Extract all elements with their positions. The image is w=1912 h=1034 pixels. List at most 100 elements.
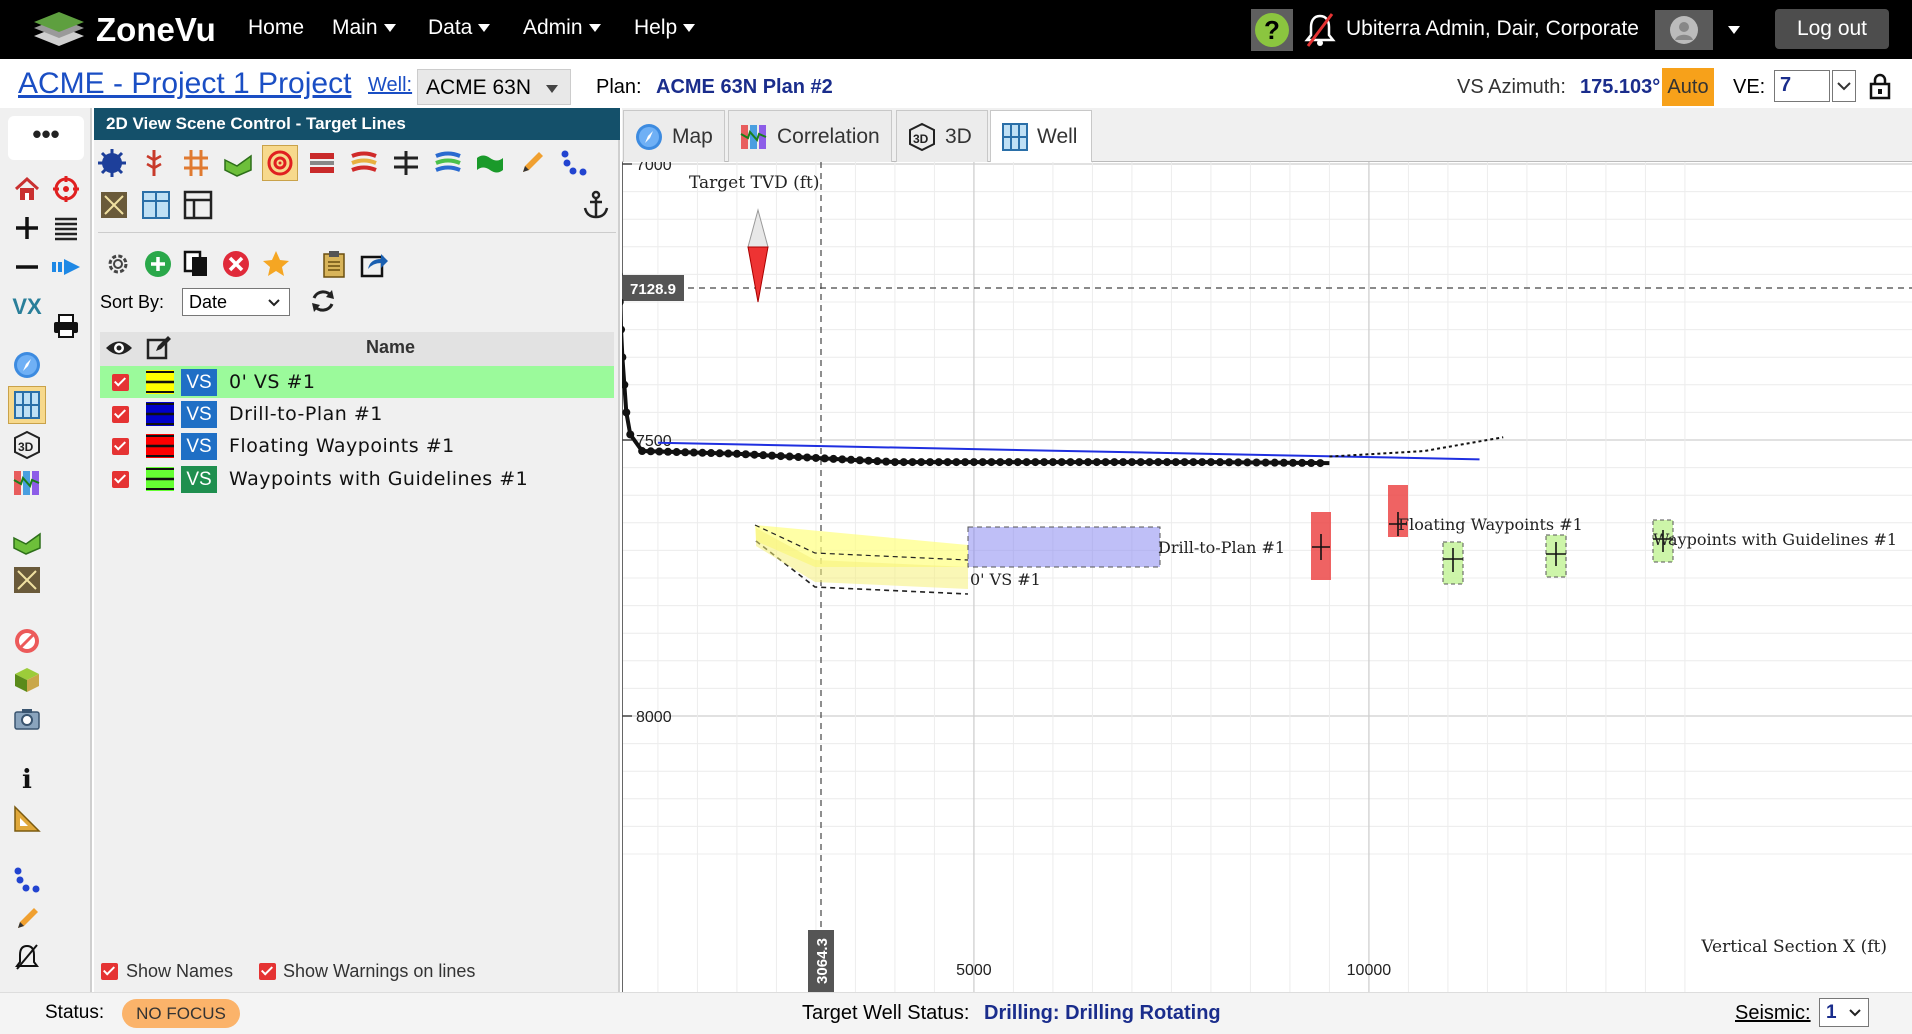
target-icon[interactable]	[49, 172, 83, 206]
nav-admin[interactable]: Admin	[523, 16, 601, 40]
list-item[interactable]: VS Floating Waypoints #1	[100, 430, 614, 462]
pencil-icon[interactable]	[514, 145, 550, 181]
well-section-chart[interactable]: 700075008000 5000 10000 Target TVD (ft) V…	[622, 162, 1912, 992]
anchor-icon[interactable]	[578, 187, 614, 223]
well-ticks-icon[interactable]	[178, 145, 214, 181]
list-item-name[interactable]: Floating Waypoints #1	[229, 435, 455, 457]
tab-3d[interactable]: 3D 3D	[896, 110, 988, 162]
zones-icon[interactable]	[304, 145, 340, 181]
visibility-checkbox[interactable]	[112, 438, 129, 455]
visibility-eye-icon[interactable]	[104, 337, 134, 364]
list-item-name[interactable]: 0' VS #1	[229, 371, 315, 393]
survey-point	[1171, 458, 1180, 467]
list-item[interactable]: VS Waypoints with Guidelines #1	[100, 463, 614, 495]
edit-icon[interactable]	[146, 335, 172, 366]
seismic-label-link[interactable]: Seismic:	[1735, 1002, 1811, 1025]
fault-sticks-icon[interactable]	[388, 145, 424, 181]
well-select[interactable]: ACME 63N	[417, 69, 571, 105]
pencil-icon[interactable]	[10, 902, 44, 936]
seismic-select[interactable]: 1	[1819, 998, 1869, 1027]
visibility-checkbox[interactable]	[112, 374, 129, 391]
fault-icon[interactable]	[96, 187, 132, 223]
tab-well[interactable]: Well	[990, 110, 1092, 163]
nav-help[interactable]: Help	[634, 16, 696, 40]
project-title-link[interactable]: ACME - Project 1 Project	[18, 67, 351, 101]
list-item[interactable]: VS Drill-to-Plan #1	[100, 398, 614, 430]
star-icon[interactable]	[258, 246, 294, 282]
sort-by-select[interactable]: Date	[182, 288, 290, 316]
list-item-name[interactable]: Drill-to-Plan #1	[229, 403, 383, 425]
home-icon[interactable]	[10, 172, 44, 206]
logout-button[interactable]: Log out	[1775, 9, 1889, 49]
survey-point	[681, 448, 690, 457]
user-name[interactable]: Ubiterra Admin, Dair, Corporate	[1346, 17, 1639, 41]
line-style-swatch[interactable]	[146, 402, 174, 426]
target-lines-icon[interactable]	[262, 145, 298, 181]
share-icon[interactable]	[356, 246, 392, 282]
zonevu-logo[interactable]: ZoneVu	[30, 8, 216, 52]
list-item-name[interactable]: Waypoints with Guidelines #1	[229, 468, 528, 490]
alert-off-icon[interactable]	[10, 940, 44, 974]
fault-icon[interactable]	[10, 563, 44, 597]
list-lines-icon[interactable]	[49, 211, 83, 245]
tab-map[interactable]: Map	[623, 110, 725, 162]
waypoints-icon[interactable]	[10, 863, 44, 897]
zoom-in-icon[interactable]	[10, 211, 44, 245]
delete-icon[interactable]	[218, 246, 254, 282]
compass-icon[interactable]	[10, 348, 44, 382]
horizon-icon[interactable]	[10, 524, 44, 558]
well-section-icon[interactable]	[8, 386, 46, 424]
info-icon[interactable]: i	[10, 763, 44, 797]
zoom-out-icon[interactable]	[10, 250, 44, 284]
avatar[interactable]	[1655, 10, 1713, 50]
ve-input[interactable]: 7	[1774, 70, 1830, 102]
clipboard-icon[interactable]	[316, 246, 352, 282]
auto-azimuth-button[interactable]: Auto	[1662, 68, 1714, 106]
refresh-icon[interactable]	[308, 286, 338, 321]
nav-home[interactable]: Home	[248, 16, 304, 40]
ve-dropdown[interactable]	[1832, 70, 1856, 102]
3d-cube-icon[interactable]: 3D	[10, 428, 44, 462]
layers-stack-icon[interactable]	[346, 145, 382, 181]
visibility-checkbox[interactable]	[112, 471, 129, 488]
survey-point	[943, 458, 952, 467]
seismic-gear-icon[interactable]	[94, 145, 130, 181]
arrow-right-icon[interactable]	[49, 250, 83, 284]
settings-icon[interactable]	[100, 246, 136, 282]
well-label-link[interactable]: Well:	[368, 74, 412, 97]
line-style-swatch[interactable]	[146, 467, 174, 491]
print-icon[interactable]	[49, 309, 83, 343]
vx-icon[interactable]: VX	[10, 290, 44, 324]
measure-circle-icon[interactable]	[10, 624, 44, 658]
visibility-checkbox[interactable]	[112, 406, 129, 423]
more-button[interactable]: •••	[8, 116, 84, 160]
name-column-header[interactable]: Name	[366, 337, 415, 358]
survey-point	[899, 458, 908, 467]
nav-data[interactable]: Data	[428, 16, 491, 40]
chevron-down-icon[interactable]	[1728, 26, 1740, 34]
line-style-swatch[interactable]	[146, 370, 174, 394]
list-item[interactable]: VS 0' VS #1	[100, 366, 614, 398]
flag-icon[interactable]	[472, 145, 508, 181]
layout-icon[interactable]	[180, 187, 216, 223]
correlation-icon[interactable]	[10, 466, 44, 500]
waypoints-icon[interactable]	[556, 145, 592, 181]
lock-icon[interactable]	[1868, 72, 1892, 105]
ruler-icon[interactable]	[10, 802, 44, 836]
notifications-off-icon[interactable]	[1304, 12, 1336, 53]
survey-point	[926, 458, 935, 467]
nav-main[interactable]: Main	[332, 16, 396, 40]
panel-grid-icon[interactable]	[138, 187, 174, 223]
horizon-icon[interactable]	[220, 145, 256, 181]
add-icon[interactable]	[140, 246, 176, 282]
tab-correlation[interactable]: Correlation	[728, 110, 892, 162]
well-log-icon[interactable]	[136, 145, 172, 181]
copy-icon[interactable]	[178, 246, 214, 282]
line-style-swatch[interactable]	[146, 434, 174, 458]
camera-icon[interactable]	[10, 702, 44, 736]
svg-text:3D: 3D	[18, 440, 34, 454]
help-button[interactable]: ?	[1251, 9, 1293, 51]
water-layers-icon[interactable]	[430, 145, 466, 181]
geomodel-icon[interactable]	[10, 663, 44, 697]
survey-point	[1216, 458, 1225, 467]
